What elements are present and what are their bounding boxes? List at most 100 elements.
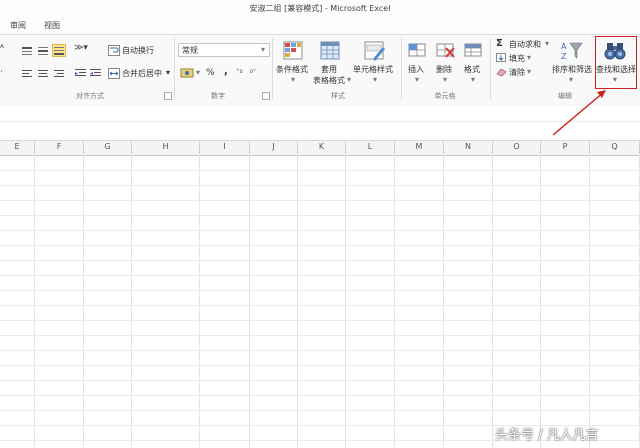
number-launcher-icon[interactable] bbox=[262, 92, 270, 100]
gridline bbox=[0, 410, 640, 411]
chevron-down-icon: ▾ bbox=[569, 75, 574, 84]
gridline bbox=[394, 155, 395, 448]
gridline bbox=[540, 155, 541, 448]
align-right-icon[interactable] bbox=[53, 69, 65, 79]
gridline bbox=[0, 275, 640, 276]
orientation-icon[interactable]: ≫▾ bbox=[74, 43, 88, 53]
column-header-j[interactable]: J bbox=[250, 140, 298, 154]
gridline bbox=[0, 230, 640, 231]
fill-down-icon bbox=[496, 53, 506, 62]
window-title: 安淑二组 [兼容模式] - Microsoft Excel bbox=[249, 4, 391, 13]
chevron-down-icon: ▾ bbox=[196, 68, 201, 77]
svg-text:Z: Z bbox=[561, 52, 567, 61]
conditional-format-label: 条件格式 bbox=[276, 65, 308, 74]
column-header-o[interactable]: O bbox=[493, 140, 541, 154]
increase-decimal-icon[interactable]: ⁺₀ bbox=[236, 67, 243, 75]
column-header-q[interactable]: Q bbox=[590, 140, 640, 154]
align-middle-icon[interactable] bbox=[37, 46, 49, 56]
chevron-down-icon: ▾ bbox=[261, 45, 266, 54]
gridline bbox=[345, 155, 346, 448]
insert-label: 插入 bbox=[408, 65, 424, 74]
gridline bbox=[0, 170, 640, 171]
gridline bbox=[0, 380, 640, 381]
column-header-i[interactable]: I bbox=[200, 140, 250, 154]
cell-styles-button[interactable]: 单元格样式 ▾ bbox=[353, 40, 399, 88]
group-separator bbox=[174, 38, 175, 100]
merge-center-label: 合并后居中 bbox=[122, 69, 162, 78]
insert-cells-button[interactable]: 插入 ▾ bbox=[404, 40, 432, 88]
accounting-format-icon[interactable] bbox=[180, 67, 196, 79]
column-header-k[interactable]: K bbox=[298, 140, 346, 154]
format-as-table-button[interactable]: 套用 表格格式 ▾ bbox=[313, 40, 352, 88]
align-center-icon[interactable] bbox=[37, 69, 49, 79]
align-bottom-button[interactable] bbox=[52, 44, 66, 57]
chevron-down-icon: ▾ bbox=[347, 75, 352, 84]
font-color-icon[interactable]: · bbox=[0, 67, 3, 77]
align-top-icon[interactable] bbox=[21, 46, 33, 56]
column-header-h[interactable]: H bbox=[132, 140, 200, 154]
gridline bbox=[0, 320, 640, 321]
decrease-decimal-icon[interactable]: ₀⁻ bbox=[250, 67, 257, 75]
insert-cells-icon bbox=[408, 43, 426, 57]
increase-indent-icon[interactable] bbox=[89, 68, 102, 80]
column-header-g[interactable]: G bbox=[84, 140, 132, 154]
clear-label: 清除 bbox=[509, 68, 525, 77]
column-header-m[interactable]: M bbox=[395, 140, 444, 154]
alignment-group-label: 对齐方式 bbox=[76, 92, 104, 100]
format-as-table-icon bbox=[320, 41, 340, 60]
gridline bbox=[0, 245, 640, 246]
chevron-down-icon: ▾ bbox=[527, 67, 532, 76]
chevron-down-icon: ▾ bbox=[443, 75, 448, 84]
gridline bbox=[0, 290, 640, 291]
gridline bbox=[131, 155, 132, 448]
chevron-down-icon: ▾ bbox=[545, 39, 550, 48]
align-left-icon[interactable] bbox=[21, 69, 33, 79]
decrease-indent-icon[interactable] bbox=[74, 68, 87, 80]
chevron-down-icon: ▾ bbox=[166, 68, 171, 77]
column-header-p[interactable]: P bbox=[541, 140, 590, 154]
group-separator bbox=[490, 38, 491, 100]
tab-review[interactable]: 审阅 bbox=[10, 20, 26, 31]
watermark: 头条号 / 凡人凡言 bbox=[495, 428, 599, 443]
gridline bbox=[589, 155, 590, 448]
number-format-value: 常规 bbox=[182, 46, 198, 55]
fill-label: 填充 bbox=[509, 54, 525, 63]
chevron-down-icon: ▾ bbox=[291, 75, 296, 84]
format-label: 格式 bbox=[464, 65, 480, 74]
column-header-n[interactable]: N bbox=[444, 140, 493, 154]
column-header-e[interactable]: E bbox=[0, 140, 35, 154]
cell-styles-label: 单元格样式 bbox=[353, 65, 393, 74]
column-header-l[interactable]: L bbox=[346, 140, 395, 154]
chevron-down-icon: ▾ bbox=[471, 75, 476, 84]
gridline bbox=[0, 365, 640, 366]
delete-cells-icon bbox=[436, 43, 455, 58]
cell-grid[interactable] bbox=[0, 155, 640, 448]
number-format-select[interactable]: 常规 ▾ bbox=[178, 43, 270, 57]
number-group-label: 数字 bbox=[211, 92, 225, 100]
delete-label: 删除 bbox=[436, 65, 452, 74]
tab-view[interactable]: 视图 bbox=[44, 20, 60, 31]
format-cells-button[interactable]: 格式 ▾ bbox=[460, 40, 488, 88]
gridline bbox=[0, 260, 640, 261]
conditional-format-icon bbox=[283, 41, 303, 60]
align-bottom-icon bbox=[54, 47, 64, 55]
sort-filter-button[interactable]: A Z 排序和筛选 ▾ bbox=[550, 40, 594, 88]
column-header-f[interactable]: F bbox=[35, 140, 84, 154]
alignment-launcher-icon[interactable] bbox=[164, 92, 172, 100]
format-as-table-label-2: 表格格式 bbox=[313, 76, 345, 85]
cell-styles-icon bbox=[364, 41, 385, 61]
font-size-increase-icon[interactable]: ᴬ bbox=[0, 44, 4, 54]
wrap-text-label: 自动换行 bbox=[122, 46, 154, 55]
delete-cells-button[interactable]: 删除 ▾ bbox=[432, 40, 460, 88]
conditional-format-button[interactable]: 条件格式 ▾ bbox=[276, 40, 312, 88]
gridline bbox=[0, 395, 640, 396]
autosum-label: 自动求和 bbox=[509, 40, 541, 49]
percent-style-button[interactable]: % bbox=[206, 68, 215, 78]
formula-bar-area bbox=[0, 106, 640, 141]
editing-group-label: 编辑 bbox=[558, 92, 572, 100]
comma-style-button[interactable]: , bbox=[224, 66, 228, 77]
gridline bbox=[34, 155, 35, 448]
styles-group-label: 样式 bbox=[331, 92, 345, 100]
sort-filter-icon: A Z bbox=[561, 42, 583, 61]
cells-group-label: 单元格 bbox=[434, 92, 456, 100]
